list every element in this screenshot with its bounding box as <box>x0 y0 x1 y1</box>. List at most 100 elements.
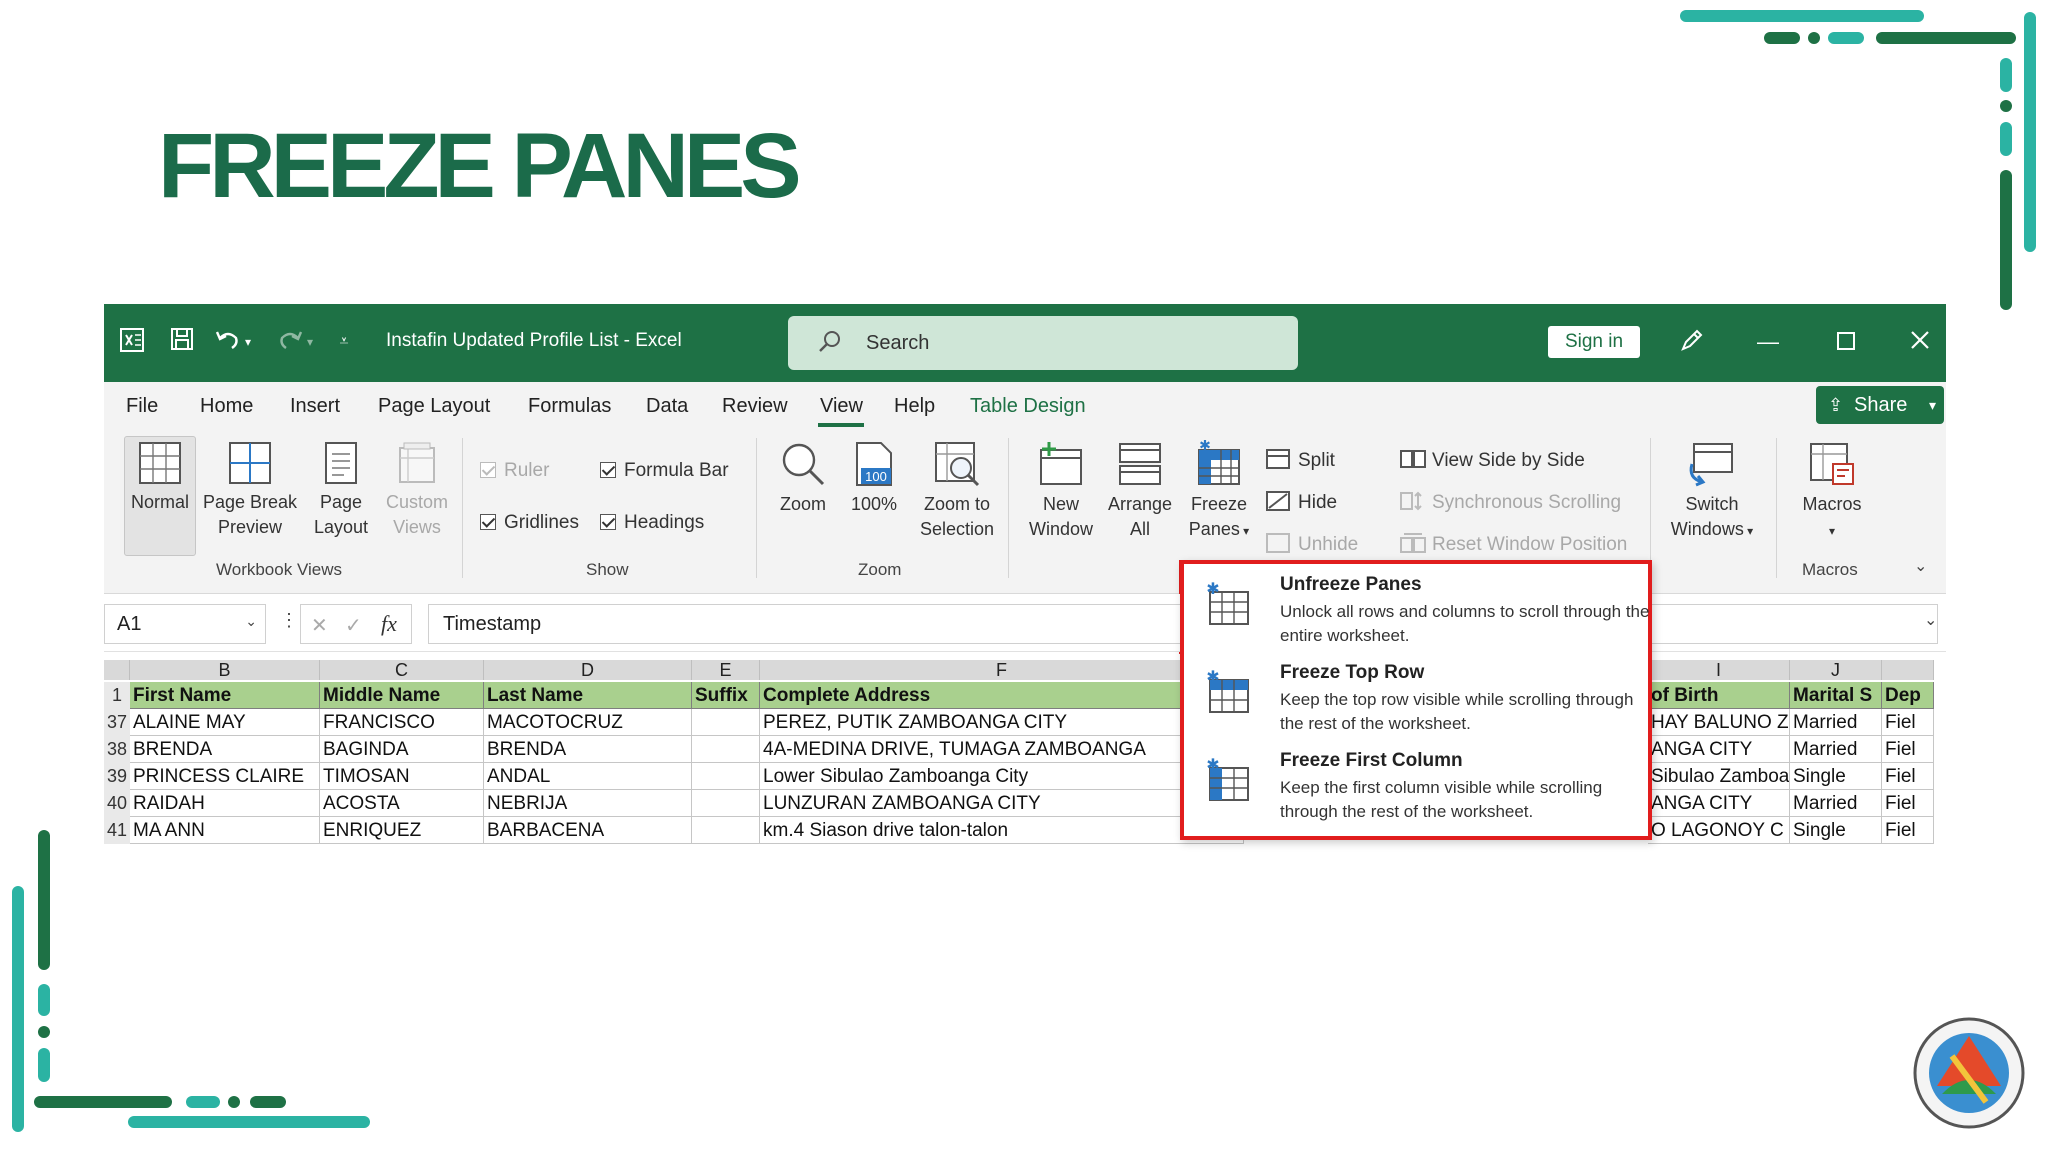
arrange-all-button[interactable]: Arrange All <box>1102 440 1178 542</box>
table-cell[interactable]: Fiel <box>1882 736 1934 763</box>
table-header-cell[interactable]: Complete Address <box>760 682 1244 709</box>
split-button[interactable]: Split <box>1266 448 1335 472</box>
formula-bar-checkbox[interactable]: Formula Bar <box>600 460 729 482</box>
hide-button[interactable]: Hide <box>1266 490 1337 514</box>
table-cell[interactable]: LUNZURAN ZAMBOANGA CITY <box>760 790 1244 817</box>
maximize-icon[interactable] <box>1830 326 1862 358</box>
select-all-corner[interactable] <box>104 660 130 680</box>
table-header-cell[interactable]: of Birth <box>1648 682 1790 709</box>
table-cell[interactable]: Fiel <box>1882 817 1934 844</box>
table-cell[interactable]: MACOTOCRUZ <box>484 709 692 736</box>
unhide-button[interactable]: Unhide <box>1266 532 1358 556</box>
table-cell[interactable]: Married <box>1790 736 1882 763</box>
table-cell[interactable]: TIMOSAN <box>320 763 484 790</box>
formula-bar-options-icon[interactable]: ⋮ <box>280 610 298 631</box>
column-header-d[interactable]: D <box>484 660 692 680</box>
table-cell[interactable]: Married <box>1790 709 1882 736</box>
row-number[interactable]: 37 <box>104 709 130 736</box>
column-header-j[interactable]: J <box>1790 660 1882 680</box>
gridlines-checkbox[interactable]: Gridlines <box>480 512 579 534</box>
tab-review[interactable]: Review <box>722 395 788 418</box>
sign-in-button[interactable]: Sign in <box>1548 326 1640 358</box>
table-cell[interactable]: HAY BALUNO Z <box>1648 709 1790 736</box>
freeze-panes-button[interactable]: ✱ Freeze Panes ▾ <box>1183 440 1255 544</box>
row-number[interactable]: 1 <box>104 682 130 709</box>
save-icon[interactable] <box>166 326 198 358</box>
share-button[interactable]: ⇪ Share ▾ <box>1816 386 1944 424</box>
table-cell[interactable]: BARBACENA <box>484 817 692 844</box>
page-break-preview-button[interactable]: Page Break Preview <box>200 440 300 540</box>
table-cell[interactable]: PRINCESS CLAIRE <box>130 763 320 790</box>
customize-qat-icon[interactable]: ⩡ <box>334 326 354 358</box>
expand-formula-bar-icon[interactable]: ⌄ <box>1924 610 1937 630</box>
table-cell[interactable]: ANGA CITY <box>1648 790 1790 817</box>
table-cell[interactable]: MA ANN <box>130 817 320 844</box>
tab-home[interactable]: Home <box>200 395 253 418</box>
table-cell[interactable]: ENRIQUEZ <box>320 817 484 844</box>
table-cell[interactable] <box>692 817 760 844</box>
custom-views-button[interactable]: Custom Views <box>378 440 456 540</box>
freeze-top-row-option[interactable]: ✱ Freeze Top Row Keep the top row visibl… <box>1184 656 1648 744</box>
column-header-f[interactable]: F <box>760 660 1244 680</box>
tab-table-design[interactable]: Table Design <box>970 395 1086 418</box>
tab-page-layout[interactable]: Page Layout <box>378 395 490 418</box>
table-cell[interactable]: Single <box>1790 817 1882 844</box>
headings-checkbox[interactable]: Headings <box>600 512 704 534</box>
search-box[interactable]: Search <box>788 316 1298 370</box>
table-cell[interactable]: ACOSTA <box>320 790 484 817</box>
ruler-checkbox[interactable]: Ruler <box>480 460 549 482</box>
column-header-k[interactable] <box>1882 660 1934 680</box>
new-window-button[interactable]: New Window <box>1020 440 1102 542</box>
table-cell[interactable]: BRENDA <box>130 736 320 763</box>
table-cell[interactable]: RAIDAH <box>130 790 320 817</box>
confirm-entry-icon[interactable]: ✓ <box>345 613 362 638</box>
table-cell[interactable]: Lower Sibulao Zamboanga City <box>760 763 1244 790</box>
minimize-icon[interactable]: — <box>1752 326 1784 358</box>
table-header-cell[interactable]: Middle Name <box>320 682 484 709</box>
table-cell[interactable]: ANGA CITY <box>1648 736 1790 763</box>
synchronous-scrolling-button[interactable]: Synchronous Scrolling <box>1400 490 1621 514</box>
table-header-cell[interactable]: Suffix <box>692 682 760 709</box>
reset-window-position-button[interactable]: Reset Window Position <box>1400 532 1627 556</box>
unfreeze-panes-option[interactable]: ✱ Unfreeze Panes Unlock all rows and col… <box>1184 568 1649 656</box>
tab-view[interactable]: View <box>820 395 863 418</box>
table-cell[interactable]: Fiel <box>1882 763 1934 790</box>
table-cell[interactable]: NEBRIJA <box>484 790 692 817</box>
tab-data[interactable]: Data <box>646 395 688 418</box>
view-side-by-side-button[interactable]: View Side by Side <box>1400 448 1585 472</box>
table-cell[interactable]: BRENDA <box>484 736 692 763</box>
table-header-cell[interactable]: Marital S <box>1790 682 1882 709</box>
table-cell[interactable] <box>692 736 760 763</box>
undo-dropdown-icon[interactable]: ▾ <box>240 326 256 358</box>
share-dropdown-icon[interactable]: ▾ <box>1929 386 1936 424</box>
name-box[interactable]: A1 ⌄ <box>104 604 266 644</box>
table-cell[interactable]: ANDAL <box>484 763 692 790</box>
column-header-c[interactable]: C <box>320 660 484 680</box>
insert-function-button[interactable]: fx <box>381 611 397 637</box>
table-header-cell[interactable]: Last Name <box>484 682 692 709</box>
row-number[interactable]: 40 <box>104 790 130 817</box>
table-cell[interactable]: Fiel <box>1882 709 1934 736</box>
table-cell[interactable]: km.4 Siason drive talon-talon <box>760 817 1244 844</box>
table-cell[interactable]: Married <box>1790 790 1882 817</box>
zoom-to-selection-button[interactable]: Zoom to Selection <box>910 440 1004 542</box>
table-cell[interactable]: BAGINDA <box>320 736 484 763</box>
table-cell[interactable]: O LAGONOY C <box>1648 817 1790 844</box>
table-cell[interactable]: Fiel <box>1882 790 1934 817</box>
table-cell[interactable]: Sibulao Zamboa <box>1648 763 1790 790</box>
table-cell[interactable] <box>692 790 760 817</box>
column-header-i[interactable]: I <box>1648 660 1790 680</box>
table-cell[interactable]: ALAINE MAY <box>130 709 320 736</box>
tab-formulas[interactable]: Formulas <box>528 395 611 418</box>
switch-windows-button[interactable]: Switch Windows ▾ <box>1662 440 1762 544</box>
name-box-dropdown-icon[interactable]: ⌄ <box>245 613 257 630</box>
column-header-e[interactable]: E <box>692 660 760 680</box>
close-icon[interactable] <box>1904 326 1936 358</box>
table-cell[interactable]: Single <box>1790 763 1882 790</box>
row-number[interactable]: 38 <box>104 736 130 763</box>
freeze-first-column-option[interactable]: ✱ Freeze First Column Keep the first col… <box>1184 744 1648 832</box>
column-header-b[interactable]: B <box>130 660 320 680</box>
designer-pen-icon[interactable] <box>1676 326 1708 358</box>
zoom-100-button[interactable]: 100 100% <box>842 440 906 517</box>
table-cell[interactable]: FRANCISCO <box>320 709 484 736</box>
